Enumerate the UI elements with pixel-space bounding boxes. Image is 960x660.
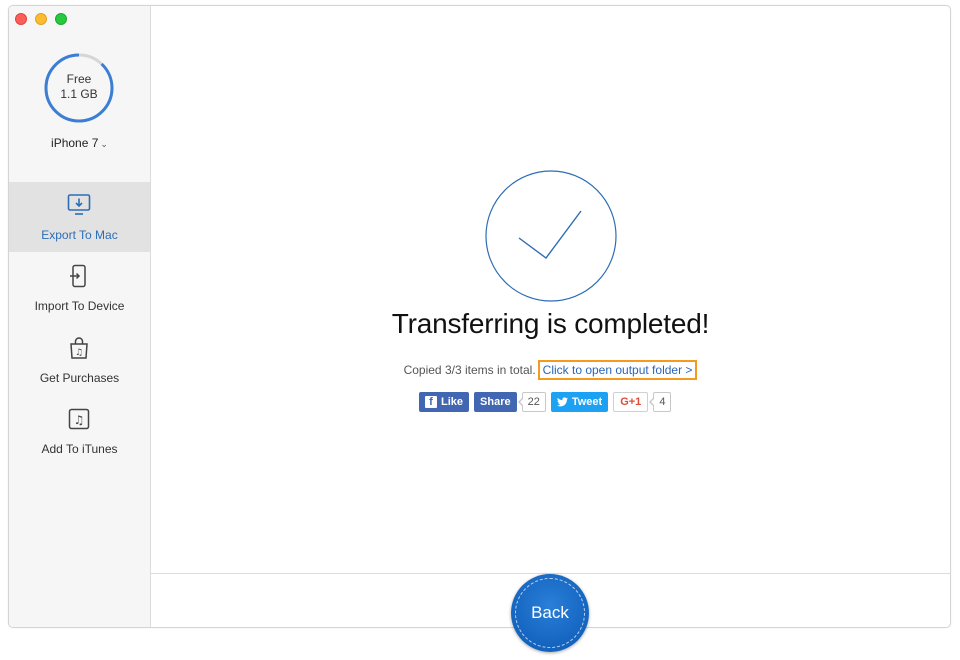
chevron-down-icon: ⌄ xyxy=(100,139,108,149)
facebook-share-button[interactable]: Share xyxy=(474,392,517,412)
main-panel: Transferring is completed! Copied 3/3 it… xyxy=(151,6,950,652)
sidebar-item-export-to-mac[interactable]: Export To Mac xyxy=(9,182,150,252)
window-controls xyxy=(15,13,67,25)
storage-ring: Free 1.1 GB xyxy=(43,52,115,124)
back-button[interactable]: Back xyxy=(511,574,589,652)
copied-summary: Copied 3/3 items in total. Click to open … xyxy=(151,360,950,380)
checkmark-circle-icon xyxy=(485,170,617,302)
sidebar-item-label: Import To Device xyxy=(34,299,125,313)
svg-text:♫: ♫ xyxy=(74,413,85,427)
device-selector[interactable]: iPhone 7 ⌄ xyxy=(9,136,150,150)
sidebar-item-get-purchases[interactable]: ♫ Get Purchases xyxy=(9,325,150,395)
social-share-bar: f Like Share 22 Tweet G+1 4 xyxy=(419,392,672,412)
sidebar-item-import-to-device[interactable]: Import To Device xyxy=(9,253,150,323)
sidebar-item-label: Export To Mac xyxy=(41,228,118,242)
gplus-label: G+1 xyxy=(620,396,642,408)
shopping-bag-music-icon: ♫ xyxy=(70,337,88,359)
zoom-window-button[interactable] xyxy=(55,13,67,25)
storage-label: Free xyxy=(66,72,92,86)
storage-amount: 1.1 GB xyxy=(60,87,98,101)
close-window-button[interactable] xyxy=(15,13,27,25)
like-label: Like xyxy=(441,396,464,408)
svg-text:♫: ♫ xyxy=(75,348,83,358)
monitor-download-icon xyxy=(67,194,91,215)
device-name: iPhone 7 xyxy=(51,136,99,150)
back-label: Back xyxy=(531,603,569,622)
facebook-like-button[interactable]: f Like xyxy=(419,392,470,412)
sidebar-item-add-to-itunes[interactable]: ♫ Add To iTunes xyxy=(9,396,150,466)
music-note-icon: ♫ xyxy=(68,408,90,430)
sidebar-item-label: Get Purchases xyxy=(39,371,120,385)
facebook-icon: f xyxy=(425,396,437,408)
sidebar: Free 1.1 GB iPhone 7 ⌄ Export To Mac Impo… xyxy=(9,6,151,627)
app-window: Free 1.1 GB iPhone 7 ⌄ Export To Mac Impo… xyxy=(8,5,951,652)
phone-import-icon xyxy=(70,264,86,288)
tweet-label: Tweet xyxy=(571,396,603,408)
copied-text: Copied 3/3 items in total. xyxy=(403,363,536,377)
gplus-count: 4 xyxy=(649,392,672,412)
share-label: Share xyxy=(480,396,511,408)
tweet-button[interactable]: Tweet xyxy=(550,392,609,412)
sidebar-item-label: Add To iTunes xyxy=(41,442,118,456)
minimize-window-button[interactable] xyxy=(35,13,47,25)
share-count: 22 xyxy=(517,392,546,412)
twitter-bird-icon xyxy=(556,397,568,407)
open-output-folder-link[interactable]: Click to open output folder > xyxy=(537,360,698,380)
google-plus-button[interactable]: G+1 xyxy=(613,392,649,412)
page-title: Transferring is completed! xyxy=(391,308,710,339)
